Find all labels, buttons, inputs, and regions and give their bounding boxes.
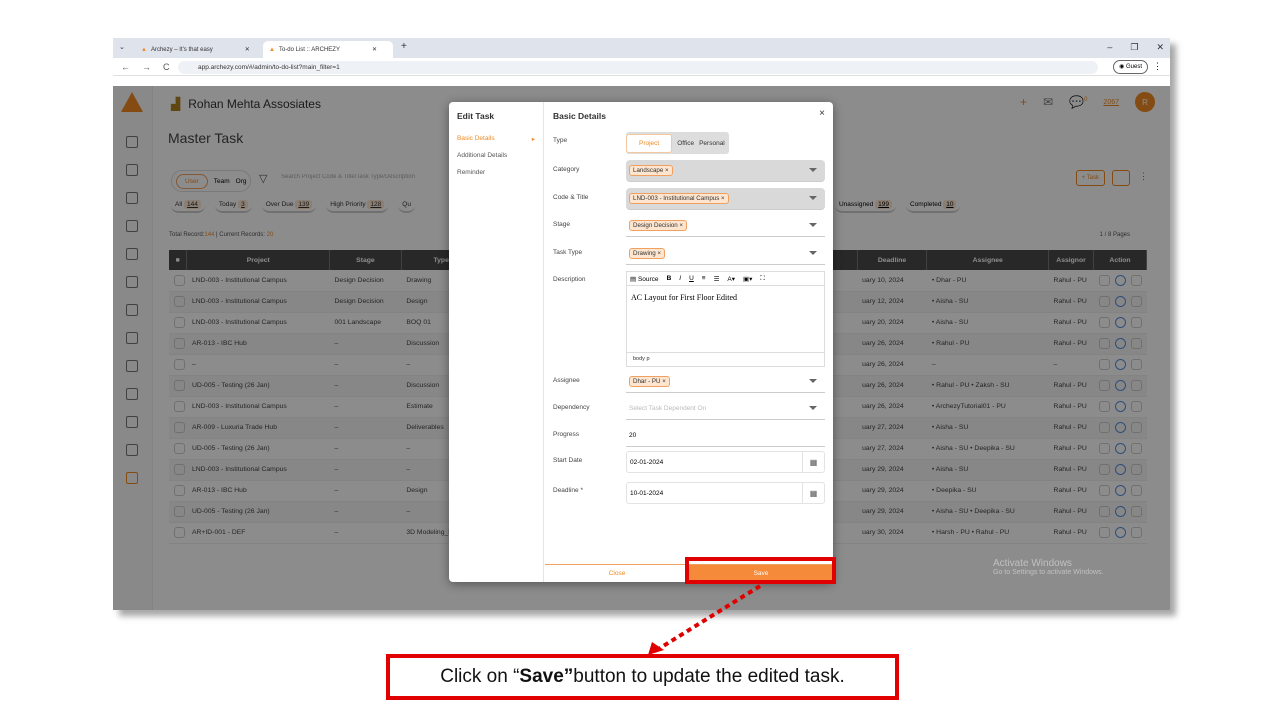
description-label: Description bbox=[553, 276, 586, 283]
code-title-label: Code & Title bbox=[553, 194, 589, 201]
underline-icon[interactable]: U bbox=[689, 275, 694, 282]
deadline-label: Deadline * bbox=[553, 487, 583, 494]
close-button[interactable]: Close bbox=[545, 565, 689, 582]
type-project[interactable]: Project bbox=[626, 133, 673, 153]
italic-icon[interactable]: I bbox=[679, 275, 681, 282]
description-editor[interactable]: ▤ Source B I U ≡ ☰ A▾ ▣▾ ⛶ AC Layout for… bbox=[626, 271, 825, 367]
nav-additional-details[interactable]: Additional Details bbox=[449, 147, 543, 164]
chevron-down-icon bbox=[809, 223, 817, 227]
category-select[interactable]: Landscape × bbox=[626, 160, 825, 182]
chevron-down-icon bbox=[809, 168, 817, 172]
restore-icon[interactable]: ❐ bbox=[1130, 42, 1138, 53]
maximize-icon[interactable]: ⛶ bbox=[760, 275, 765, 283]
tab-close-icon[interactable]: ✕ bbox=[372, 46, 377, 53]
progress-label: Progress bbox=[553, 431, 580, 438]
type-personal[interactable]: Personal bbox=[699, 140, 725, 147]
progress-input[interactable]: 20 bbox=[626, 425, 825, 447]
numbered-list-icon[interactable]: ≡ bbox=[702, 275, 706, 282]
screenshot-frame: ⌄ ▲ Archezy – It's that easy ✕ ▲ To-do L… bbox=[113, 38, 1170, 610]
assignee-select[interactable]: Dhar - PU × bbox=[626, 371, 825, 393]
browser-menu-icon[interactable]: ⋮ bbox=[1153, 61, 1162, 72]
modal-title: Basic Details bbox=[553, 111, 606, 121]
modal-side-title: Edit Task bbox=[457, 111, 495, 121]
bold-icon[interactable]: B bbox=[667, 275, 672, 282]
modal-side-nav: Edit Task Basic Details ▸ Additional Deta… bbox=[449, 102, 544, 582]
dependency-label: Dependency bbox=[553, 404, 590, 411]
editor-path: body p bbox=[627, 352, 824, 366]
profile-icon: ◉ bbox=[1119, 64, 1125, 70]
instruction-callout: Click on “Save” button to update the edi… bbox=[386, 654, 899, 700]
nav-reminder[interactable]: Reminder bbox=[449, 164, 543, 181]
address-bar: ← → C app.archezy.com/#/admin/to-do-list… bbox=[113, 58, 1170, 76]
archezy-logo-icon: ▲ bbox=[141, 46, 147, 53]
task-type-select[interactable]: Drawing × bbox=[626, 243, 825, 265]
stage-select[interactable]: Design Decision × bbox=[626, 215, 825, 237]
chevron-down-icon bbox=[809, 379, 817, 383]
dependency-select[interactable]: Select Task Dependent On bbox=[626, 398, 825, 420]
bullet-list-icon[interactable]: ☰ bbox=[714, 275, 720, 283]
type-office[interactable]: Office bbox=[677, 140, 694, 147]
tab-close-icon[interactable]: ✕ bbox=[245, 46, 250, 53]
code-title-select[interactable]: LND-003 - Institutional Campus × bbox=[626, 188, 825, 210]
close-icon[interactable]: × bbox=[819, 108, 825, 119]
guest-profile-button[interactable]: ◉ Guest bbox=[1113, 60, 1148, 74]
nav-buttons: ← → C bbox=[121, 62, 170, 72]
type-label: Type bbox=[553, 137, 568, 144]
text-color-icon[interactable]: A▾ bbox=[727, 275, 735, 283]
chevron-down-icon bbox=[809, 406, 817, 410]
assignee-label: Assignee bbox=[553, 377, 580, 384]
deadline-input[interactable]: 10-01-2024 ▦ bbox=[626, 482, 825, 504]
task-type-label: Task Type bbox=[553, 249, 583, 256]
windows-watermark: Activate Windows Go to Settings to activ… bbox=[993, 558, 1104, 576]
description-text[interactable]: AC Layout for First Floor Edited bbox=[627, 286, 824, 309]
start-date-input[interactable]: 02-01-2024 ▦ bbox=[626, 451, 825, 473]
close-window-icon[interactable]: ✕ bbox=[1156, 42, 1164, 53]
chevron-down-icon bbox=[809, 196, 817, 200]
source-button[interactable]: ▤ Source bbox=[630, 275, 659, 283]
save-highlight-box bbox=[685, 557, 836, 584]
archezy-logo-icon: ▲ bbox=[269, 46, 275, 53]
window-controls: – ❐ ✕ bbox=[1107, 42, 1164, 53]
forward-icon[interactable]: → bbox=[142, 62, 151, 72]
editor-toolbar: ▤ Source B I U ≡ ☰ A▾ ▣▾ ⛶ bbox=[627, 272, 824, 286]
stage-label: Stage bbox=[553, 221, 570, 228]
browser-tabbar: ⌄ ▲ Archezy – It's that easy ✕ ▲ To-do L… bbox=[113, 38, 1170, 58]
chevron-down-icon bbox=[809, 251, 817, 255]
bg-color-icon[interactable]: ▣▾ bbox=[743, 275, 752, 283]
back-icon[interactable]: ← bbox=[121, 62, 130, 72]
url-field[interactable]: app.archezy.com/#/admin/to-do-list?main_… bbox=[178, 61, 1098, 74]
new-tab-icon[interactable]: + bbox=[401, 41, 407, 52]
modal-body: Basic Details × Type Project Office Pers… bbox=[545, 102, 833, 582]
calendar-icon: ▦ bbox=[802, 483, 824, 503]
reload-icon[interactable]: C bbox=[163, 62, 170, 72]
tab-archezy[interactable]: ▲ Archezy – It's that easy ✕ bbox=[135, 41, 256, 58]
edit-task-modal: Edit Task Basic Details ▸ Additional Deta… bbox=[449, 102, 833, 582]
tab-search-icon[interactable]: ⌄ bbox=[119, 43, 125, 51]
tab-todo-list[interactable]: ▲ To-do List :: ARCHEZY ✕ bbox=[263, 41, 393, 58]
start-date-label: Start Date bbox=[553, 457, 583, 464]
category-label: Category bbox=[553, 166, 580, 173]
type-toggle: Project Office Personal bbox=[626, 132, 729, 154]
minimize-icon[interactable]: – bbox=[1107, 42, 1112, 53]
nav-basic-details[interactable]: Basic Details ▸ bbox=[449, 130, 543, 147]
calendar-icon: ▦ bbox=[802, 452, 824, 472]
